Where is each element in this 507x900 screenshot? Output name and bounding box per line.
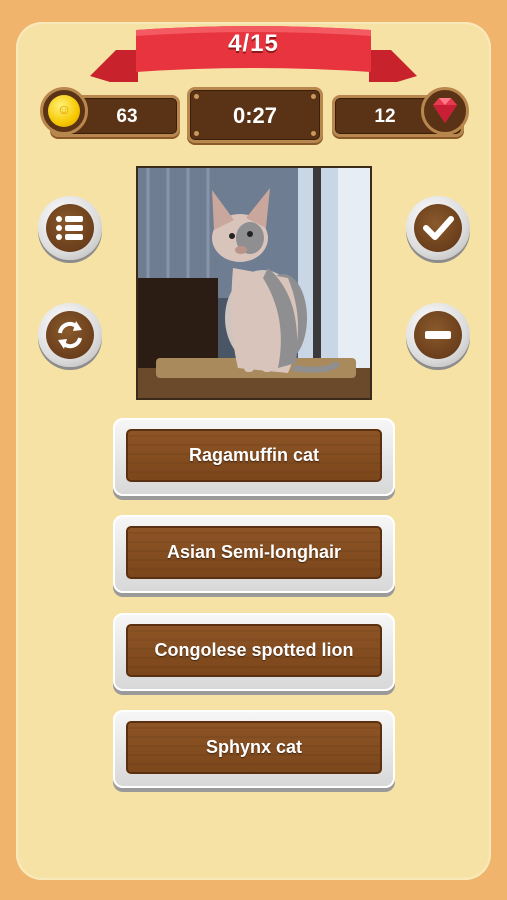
list-icon (56, 216, 83, 240)
minus-icon (425, 331, 451, 339)
answer-label: Ragamuffin cat (188, 445, 320, 465)
answer-button-2[interactable]: Asian Semi-longhair (113, 515, 395, 593)
check-button[interactable] (406, 196, 470, 260)
coins-value: 63 (116, 106, 138, 127)
gems-value: 12 (374, 106, 396, 127)
gem-icon (421, 87, 469, 135)
coin-icon: ☺ (40, 87, 88, 135)
progress-counter: 4/15 (228, 30, 279, 57)
list-button[interactable] (38, 196, 102, 260)
answer-label: Sphynx cat (205, 737, 303, 757)
timer-value: 0:27 (232, 103, 278, 128)
answer-button-3[interactable]: Congolese spotted lion (113, 613, 395, 691)
timer-display: 0:27 (187, 87, 323, 143)
progress-ribbon: 4/15 (90, 24, 417, 84)
answer-label: Congolese spotted lion (154, 640, 354, 660)
refresh-icon (58, 321, 82, 349)
check-icon (423, 216, 454, 240)
refresh-button[interactable] (38, 303, 102, 367)
answer-label: Asian Semi-longhair (166, 542, 342, 562)
answer-button-4[interactable]: Sphynx cat (113, 710, 395, 788)
question-image (136, 166, 372, 400)
answer-button-1[interactable]: Ragamuffin cat (113, 418, 395, 496)
remove-answers-button[interactable] (406, 303, 470, 367)
